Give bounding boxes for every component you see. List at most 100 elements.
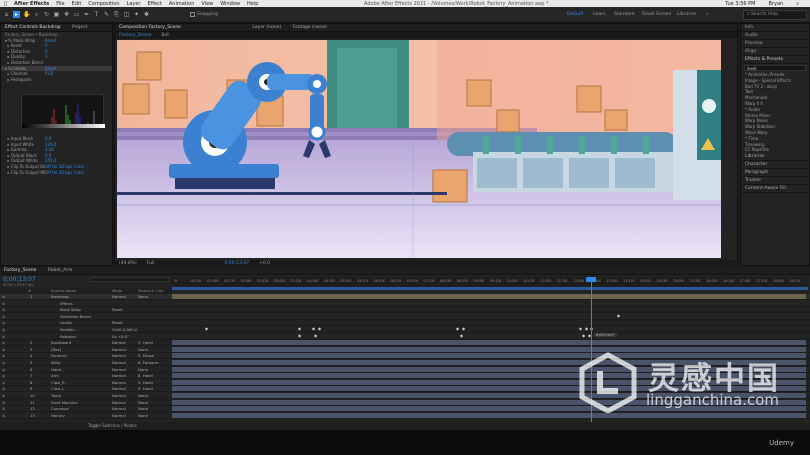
layer-name[interactable]: Claw_L: [51, 386, 64, 391]
layer-parent[interactable]: 9. Hand: [138, 380, 153, 385]
layer-mode[interactable]: Normal: [112, 367, 126, 372]
menu-layer[interactable]: Layer: [127, 1, 141, 7]
layer-parent[interactable]: None: [138, 347, 148, 352]
menu-help[interactable]: Help: [247, 1, 258, 7]
layer-mode[interactable]: Normal: [112, 373, 126, 378]
keyframe-icon[interactable]: ◆: [314, 333, 317, 338]
composition-viewer[interactable]: [117, 40, 721, 258]
visibility-eye-icon[interactable]: ◉: [2, 307, 5, 312]
layer-name[interactable]: Levels: [60, 320, 72, 325]
effects-tree-item[interactable]: Tracker: [741, 177, 809, 186]
layer-parent[interactable]: 5. Elbow: [138, 353, 154, 358]
layer-row[interactable]: ◉ Levels Reset: [0, 320, 810, 327]
search-help-input[interactable]: ⌕ Search Help: [743, 10, 807, 20]
layer-name[interactable]: Wrist: [51, 360, 61, 365]
layer-mode[interactable]: 0x +0.0°: [112, 334, 129, 339]
visibility-eye-icon[interactable]: ◉: [2, 320, 5, 325]
time-ruler[interactable]: 0f 00:15f 01:00f 01:15f 02:00f 02:15f 03:00f 03…: [172, 277, 808, 287]
layer-mode[interactable]: Normal: [112, 340, 126, 345]
eraser-tool-icon[interactable]: ◫: [123, 11, 130, 18]
panel-preview[interactable]: Preview: [741, 40, 809, 48]
layer-mode[interactable]: Normal: [112, 347, 126, 352]
visibility-eye-icon[interactable]: ◉: [2, 334, 5, 339]
layer-row[interactable]: ◉ Position 2000.0,960.0: [0, 327, 810, 333]
layer-duration-bar[interactable]: [172, 327, 806, 332]
menu-view[interactable]: View: [201, 1, 213, 7]
workspace-default[interactable]: Default: [567, 12, 583, 17]
home-icon[interactable]: ⌂: [3, 11, 10, 18]
effects-tree-item[interactable]: Libraries: [741, 153, 809, 162]
keyframe-icon[interactable]: ◆: [460, 333, 463, 338]
layer-name[interactable]: Rotation: [60, 334, 76, 339]
layer-row[interactable]: ◉ Mask Wrap Reset: [0, 307, 810, 314]
toggle-switches-modes[interactable]: Toggle Switches / Modes: [88, 422, 137, 430]
type-tool-icon[interactable]: T: [93, 11, 100, 18]
menu-file[interactable]: File: [56, 1, 64, 7]
keyframe-icon[interactable]: ◆: [205, 326, 208, 331]
effect-prop-row[interactable]: ▸ Histogram: [1, 77, 112, 83]
layer-parent[interactable]: 3. Hand: [138, 340, 153, 345]
menu-app[interactable]: After Effects: [14, 1, 49, 7]
visibility-eye-icon[interactable]: ◉: [2, 393, 5, 398]
layer-parent[interactable]: 6. Forearm: [138, 360, 159, 365]
resolution[interactable]: Full: [147, 260, 155, 267]
keyframe-icon[interactable]: ◆: [456, 326, 459, 331]
layer-parent[interactable]: None: [138, 393, 148, 398]
layer-name[interactable]: Forearm: [51, 353, 67, 358]
effect-prop-value[interactable]: RGB: [45, 71, 54, 77]
layer-name[interactable]: Backdrop: [51, 294, 69, 299]
layer-name[interactable]: Distortion Blend: [60, 314, 91, 319]
levels-prop-value[interactable]: Off for 32 bpc Color: [45, 170, 84, 176]
layer-search-input[interactable]: [90, 277, 170, 282]
keyframe-icon[interactable]: ◆: [582, 333, 585, 338]
layer-mode[interactable]: Normal: [112, 380, 126, 385]
layer-name[interactable]: Arm: [51, 373, 59, 378]
tab-factory-scene[interactable]: Factory_Scene: [4, 268, 36, 273]
puppet-tool-icon[interactable]: ✱: [143, 11, 150, 18]
visibility-eye-icon[interactable]: ◉: [2, 367, 5, 372]
layer-name[interactable]: [Box]: [51, 347, 61, 352]
layer-duration-bar[interactable]: [172, 334, 806, 339]
zoom-level[interactable]: (49.8%): [119, 260, 137, 267]
timecode[interactable]: 0;00;13;07: [3, 276, 36, 283]
rotate-tool-icon[interactable]: ↻: [43, 11, 50, 18]
visibility-eye-icon[interactable]: ◉: [2, 340, 5, 345]
levels-prop-row[interactable]: ▸ Clip To Output WhiteOff for 32 bpc Col…: [1, 170, 114, 176]
workspace-small-screen[interactable]: Small Screen: [642, 12, 671, 17]
layer-name[interactable]: Position: [60, 327, 75, 332]
zoom-tool-icon[interactable]: ⌕: [33, 11, 40, 18]
effects-tree-item[interactable]: Character: [741, 161, 809, 170]
visibility-eye-icon[interactable]: ◉: [2, 386, 5, 391]
layer-duration-bar[interactable]: [172, 301, 806, 306]
layer-name[interactable]: Front Machine: [51, 400, 78, 405]
tab-layer[interactable]: Layer (none): [252, 25, 281, 30]
layer-parent[interactable]: 9. Hand: [138, 386, 153, 391]
visibility-eye-icon[interactable]: ◉: [2, 314, 5, 319]
crumb-bot[interactable]: Bot: [161, 32, 169, 39]
visibility-eye-icon[interactable]: ◉: [2, 400, 5, 405]
layer-duration-bar[interactable]: [172, 294, 806, 299]
exposure[interactable]: +0.0: [259, 260, 270, 267]
layer-name[interactable]: Conveyor: [51, 406, 69, 411]
visibility-eye-icon[interactable]: ◉: [2, 327, 5, 332]
workspace-more-icon[interactable]: »: [706, 12, 709, 17]
layer-row[interactable]: ◉ Distortion Blend: [0, 314, 810, 320]
visibility-eye-icon[interactable]: ◉: [2, 347, 5, 352]
layer-mode[interactable]: Normal: [112, 360, 126, 365]
workspace-libraries[interactable]: Libraries: [677, 12, 696, 17]
snapping-toggle[interactable]: Snapping: [190, 12, 218, 17]
layer-name[interactable]: Factory: [51, 413, 65, 418]
layer-mode[interactable]: Reset: [112, 320, 123, 325]
tab-robot-arm[interactable]: Robot_Arm: [48, 268, 73, 273]
layer-duration-bar[interactable]: [172, 340, 806, 346]
layer-row[interactable]: ◉ 2 Backboard Normal 3. Hand: [0, 340, 810, 347]
layer-name[interactable]: Mask Wrap: [60, 307, 81, 312]
pen-tool-icon[interactable]: ✒: [83, 11, 90, 18]
layer-duration-bar[interactable]: [172, 307, 806, 312]
visibility-eye-icon[interactable]: ◉: [2, 301, 5, 306]
keyframe-icon[interactable]: ◆: [617, 313, 620, 318]
layer-parent[interactable]: None: [138, 406, 148, 411]
apple-icon[interactable]: : [4, 1, 7, 7]
crumb-factory-scene[interactable]: Factory_Scene: [119, 32, 151, 39]
workspace-standard[interactable]: Standard: [614, 12, 634, 17]
